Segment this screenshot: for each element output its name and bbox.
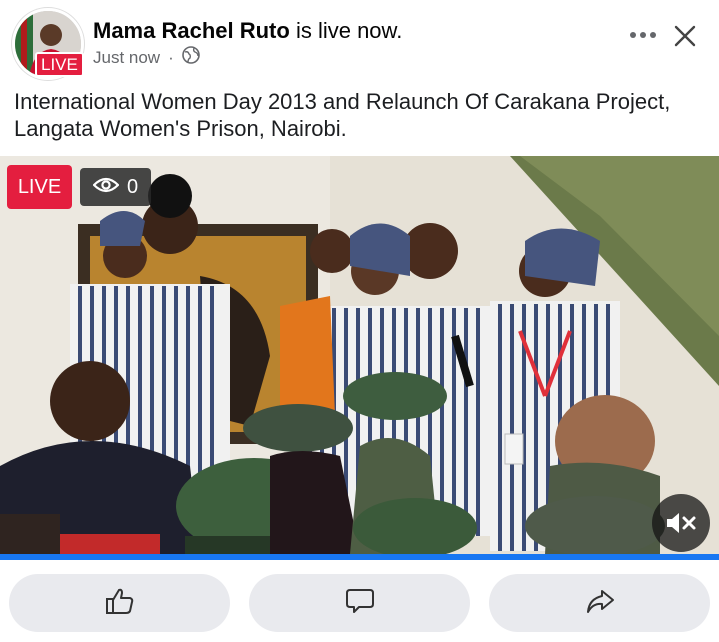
author-name[interactable]: Mama Rachel Ruto xyxy=(93,18,290,43)
video-progress-bar[interactable] xyxy=(0,554,719,560)
video-scene xyxy=(0,156,719,554)
viewer-count-badge: 0 xyxy=(80,168,151,206)
thumbs-up-icon xyxy=(105,587,135,620)
live-status-text: is live now. xyxy=(295,18,403,43)
share-button[interactable] xyxy=(489,574,710,632)
live-indicator: LIVE xyxy=(7,165,72,209)
globe-icon[interactable] xyxy=(181,46,200,69)
viewer-count: 0 xyxy=(126,175,139,198)
speaker-muted-icon[interactable] xyxy=(652,494,710,552)
post-timestamp[interactable]: Just now xyxy=(93,48,160,68)
action-bar xyxy=(0,564,719,642)
share-icon xyxy=(585,587,615,620)
like-button[interactable] xyxy=(9,574,230,632)
meta-separator: · xyxy=(168,47,174,67)
comment-button[interactable] xyxy=(249,574,470,632)
post-header: LIVE Mama Rachel Ruto is live now. Just … xyxy=(0,0,719,82)
author-status-line: Mama Rachel Ruto is live now. xyxy=(93,17,402,45)
live-video-frame[interactable] xyxy=(0,156,719,554)
comment-icon xyxy=(345,587,375,620)
post-caption: International Women Day 2013 and Relaunc… xyxy=(14,89,671,141)
post-meta: Just now · xyxy=(93,46,200,69)
avatar-live-badge: LIVE xyxy=(35,52,84,77)
close-icon[interactable] xyxy=(672,23,698,49)
eye-icon xyxy=(92,176,120,199)
more-options-icon[interactable] xyxy=(628,28,660,42)
